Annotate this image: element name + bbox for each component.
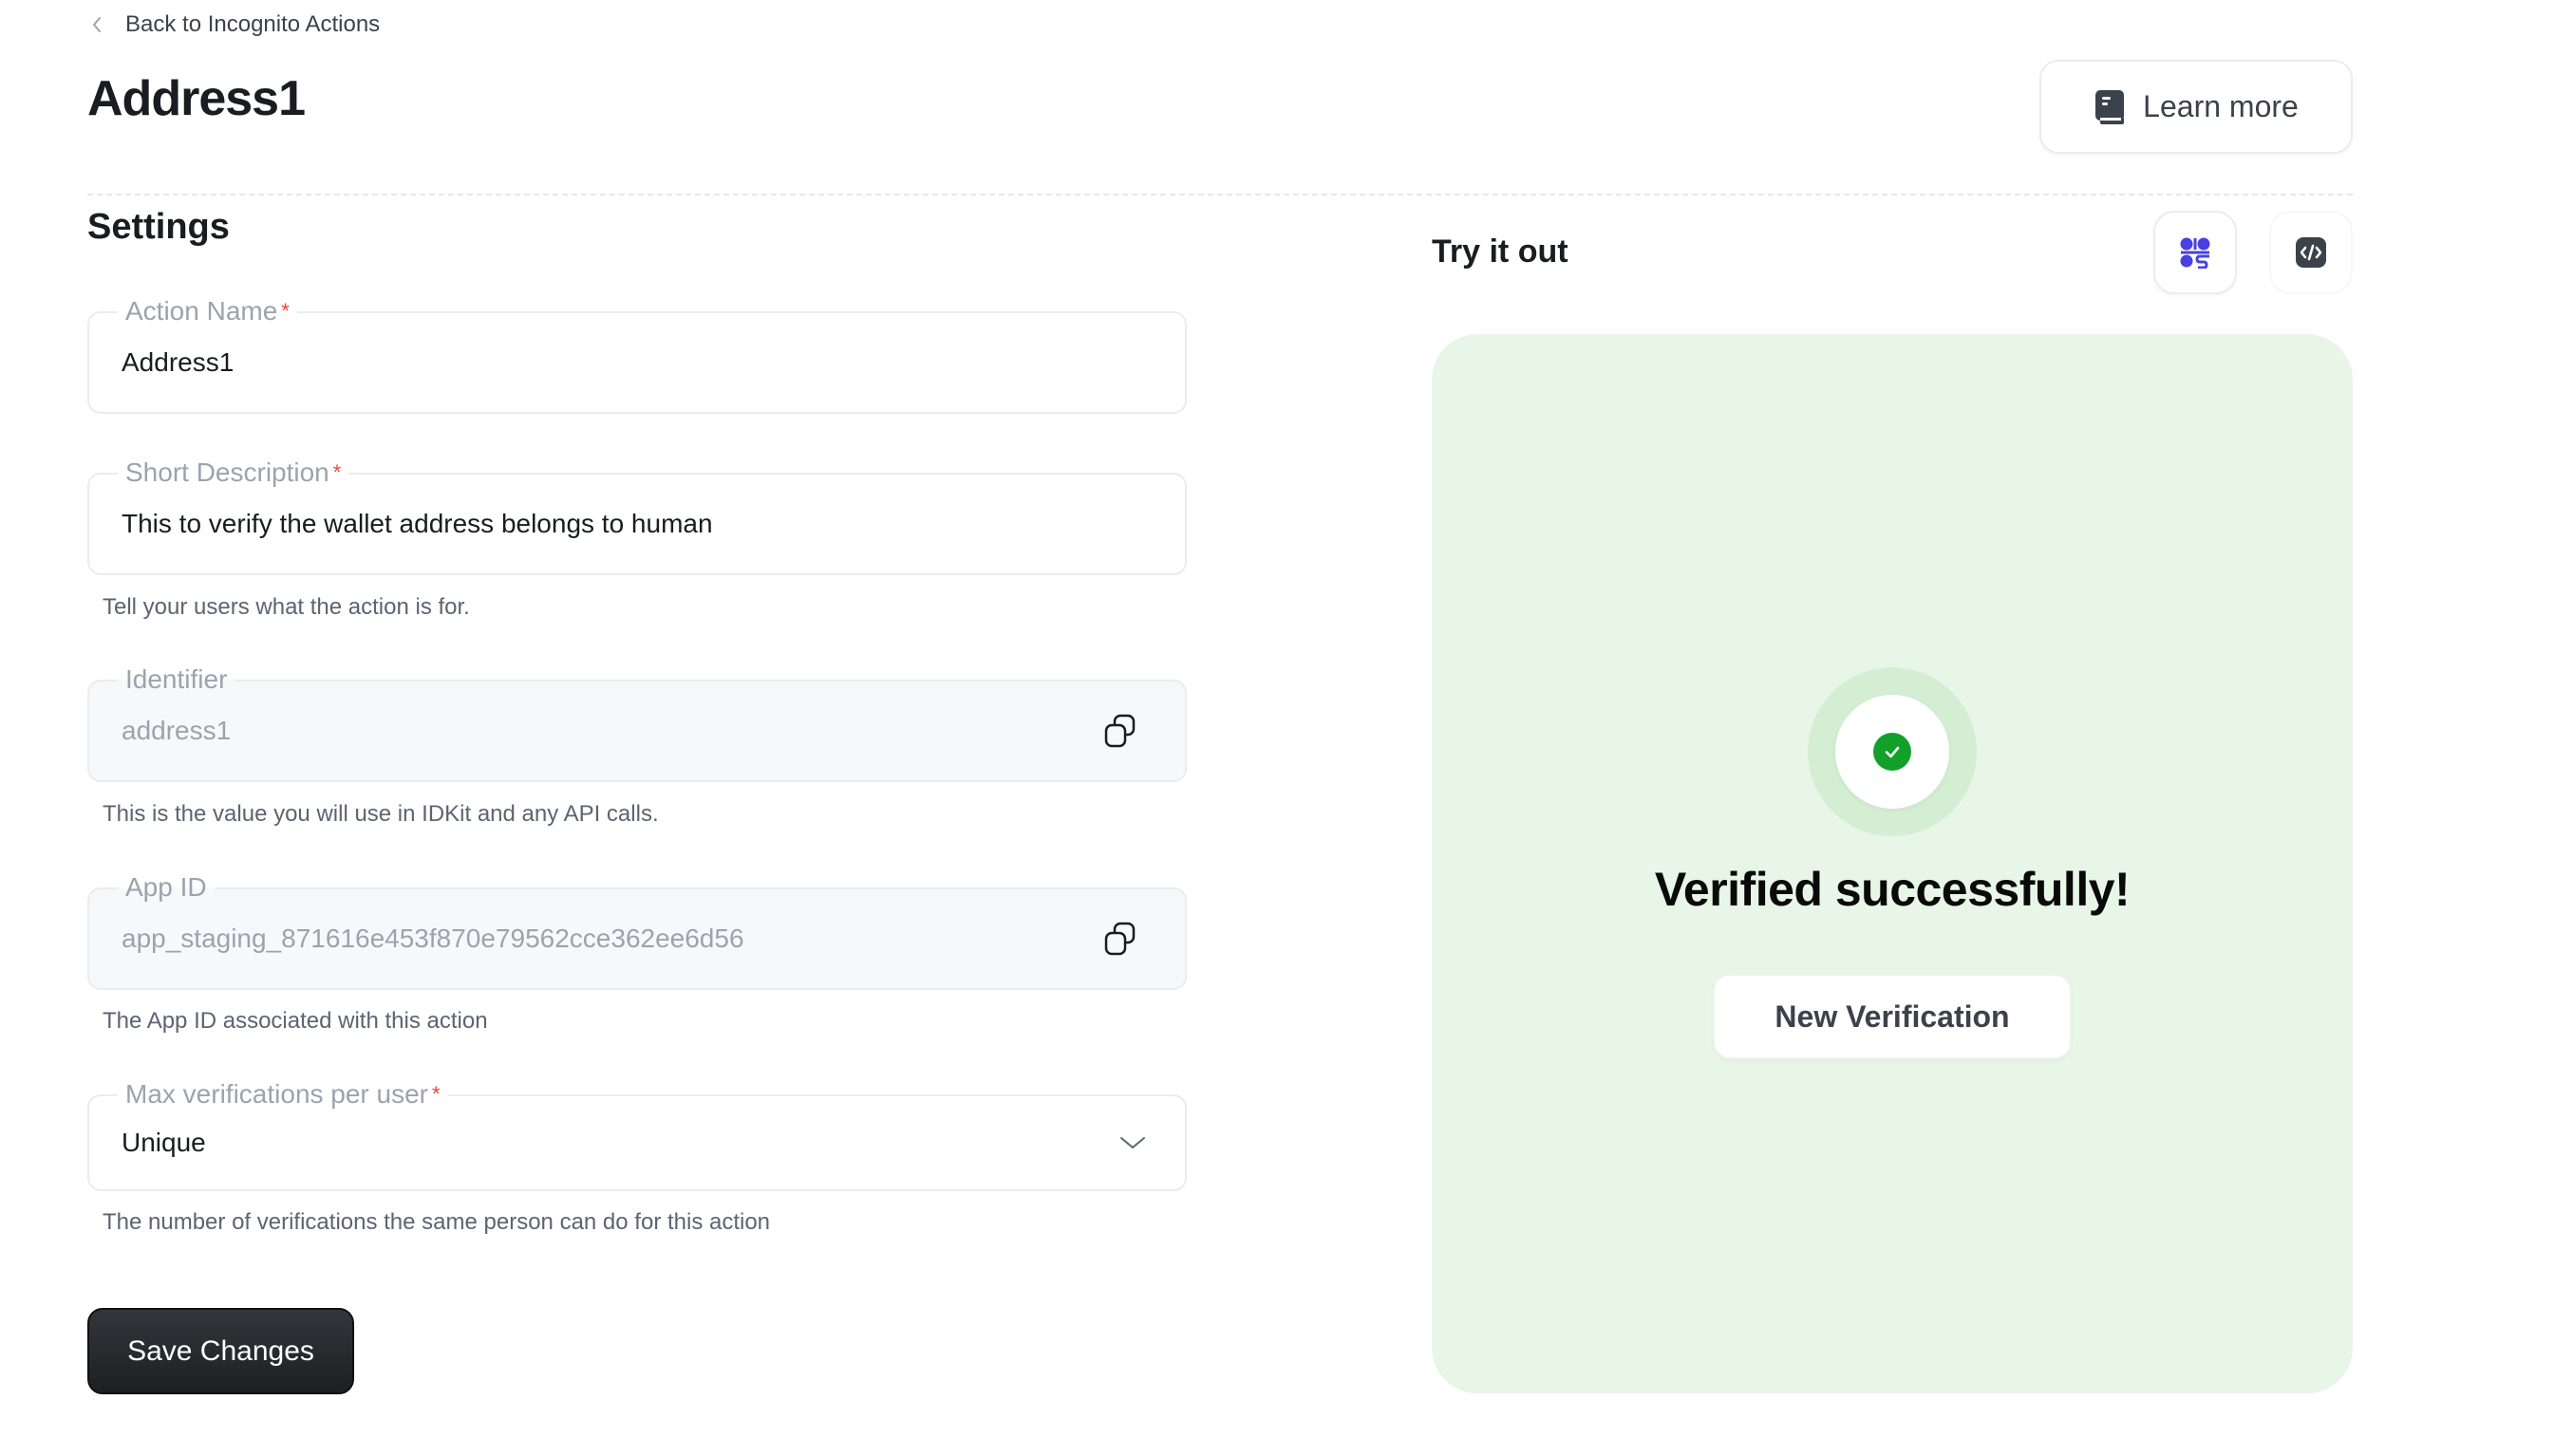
learn-more-label: Learn more xyxy=(2143,89,2299,123)
app-id-hint: The App ID associated with this action xyxy=(103,1008,488,1034)
action-name-field[interactable]: Action Name * Address1 xyxy=(87,294,1187,414)
copy-icon[interactable] xyxy=(1101,920,1139,958)
app-id-value: app_staging_871616e453f870e79562cce362ee… xyxy=(122,924,744,953)
action-name-input[interactable]: Address1 xyxy=(122,347,234,378)
settings-heading: Settings xyxy=(87,207,230,247)
app-mode-button[interactable] xyxy=(2153,211,2237,294)
check-circle-icon xyxy=(1885,746,1900,758)
header-divider xyxy=(87,194,2353,196)
required-marker: * xyxy=(432,1082,441,1106)
save-changes-button[interactable]: Save Changes xyxy=(87,1308,354,1394)
required-marker: * xyxy=(281,299,290,323)
short-description-input[interactable]: This to verify the wallet address belong… xyxy=(122,509,713,539)
back-link-label: Back to Incognito Actions xyxy=(125,11,381,37)
verified-status-text: Verified successfully! xyxy=(1654,863,2131,916)
max-verifications-value: Unique xyxy=(122,1128,206,1157)
action-name-label: Action Name * xyxy=(118,294,297,328)
copy-icon[interactable] xyxy=(1101,712,1139,750)
identifier-value: address1 xyxy=(122,716,232,745)
max-verifications-select[interactable]: Max verifications per user * Unique xyxy=(87,1077,1187,1191)
new-verification-button[interactable]: New Verification xyxy=(1713,974,2072,1059)
short-description-field[interactable]: Short Description * This to verify the wa… xyxy=(87,456,1187,575)
identifier-label: Identifier xyxy=(118,663,235,697)
chevron-left-icon xyxy=(93,17,101,32)
app-id-field: App ID app_staging_871616e453f870e79562c… xyxy=(87,870,1187,990)
required-marker: * xyxy=(332,460,342,484)
max-verifications-label: Max verifications per user * xyxy=(118,1077,448,1111)
chevron-down-icon[interactable] xyxy=(1118,1133,1147,1152)
qr-app-icon xyxy=(2180,237,2210,269)
short-description-label: Short Description * xyxy=(118,456,349,490)
book-icon xyxy=(2095,89,2125,124)
success-badge xyxy=(1808,667,1977,836)
code-mode-button[interactable] xyxy=(2269,211,2353,294)
short-description-hint: Tell your users what the action is for. xyxy=(103,594,470,620)
page-title: Address1 xyxy=(87,71,306,126)
identifier-hint: This is the value you will use in IDKit … xyxy=(103,801,659,827)
verification-panel: Verified successfully! New Verification xyxy=(1432,334,2353,1393)
try-it-out-title: Try it out xyxy=(1432,233,1568,270)
max-verifications-hint: The number of verifications the same per… xyxy=(103,1209,771,1235)
code-icon xyxy=(2296,237,2326,268)
app-id-label: App ID xyxy=(118,870,215,905)
identifier-field: Identifier address1 xyxy=(87,663,1187,782)
back-link[interactable]: Back to Incognito Actions xyxy=(89,11,380,38)
learn-more-button[interactable]: Learn more xyxy=(2039,60,2353,154)
